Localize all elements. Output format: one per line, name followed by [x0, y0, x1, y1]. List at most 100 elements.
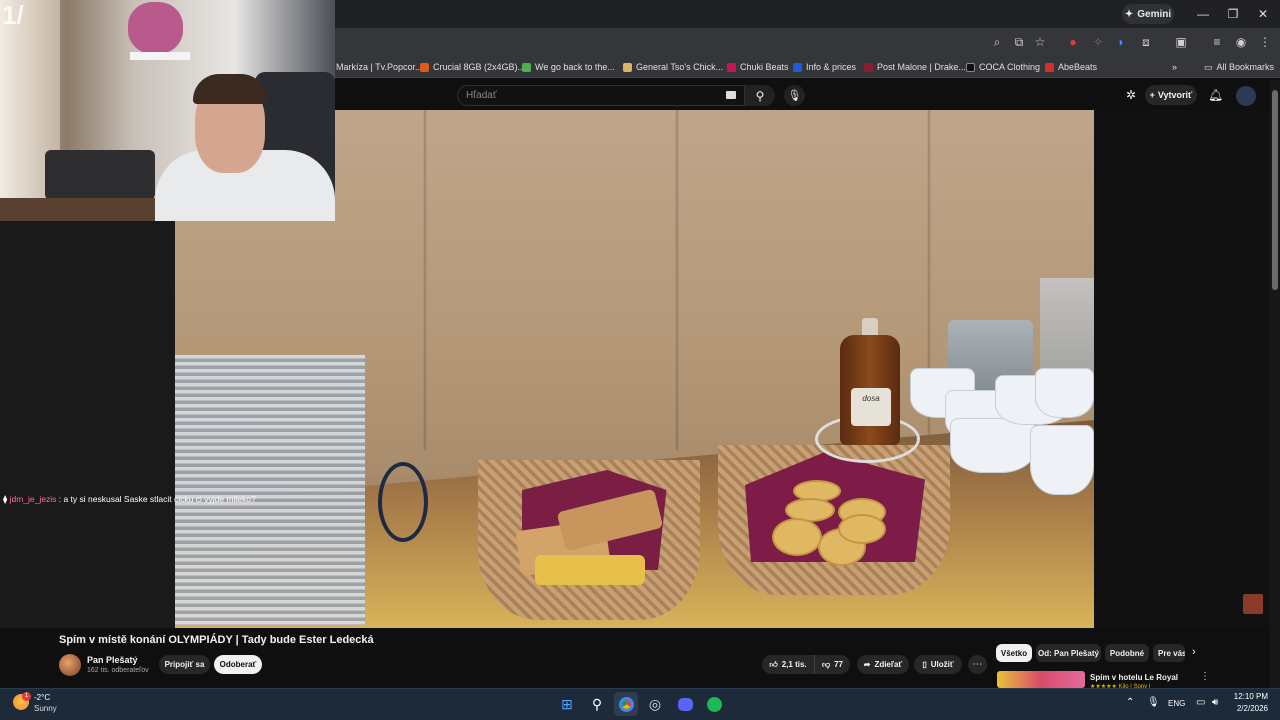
install-app-icon[interactable]: ⧉ — [1010, 33, 1028, 51]
webcam-plush-toy — [128, 2, 183, 54]
webcam-counter-text: 1/ — [2, 0, 24, 30]
chip-all[interactable]: Všetko — [996, 644, 1032, 662]
recommended-more-icon[interactable]: ⋮ — [1200, 671, 1210, 682]
zoom-icon[interactable]: ⌕ — [988, 33, 1006, 51]
save-playlist-icon: ▯ — [922, 660, 927, 669]
folder-icon: ▭ — [1204, 61, 1213, 72]
thumbs-down-icon: 👎︎ — [821, 659, 831, 669]
discord-taskbar-icon[interactable] — [673, 692, 697, 716]
bookmark-favicon — [522, 62, 531, 72]
video-bread — [535, 555, 645, 585]
search-button[interactable]: ⚲ — [745, 85, 775, 106]
microphone-icon: 🎙︎ — [787, 90, 802, 102]
video-title: Spím v místě konání OLYMPIÁDY | Tady bud… — [59, 634, 374, 646]
channel-name[interactable]: Pan Plešatý — [87, 655, 138, 665]
webcam-desk-items — [45, 150, 155, 200]
tray-microphone-icon[interactable]: 🎙︎ — [1147, 697, 1160, 708]
bookmarks-overflow-chevron-icon[interactable]: » — [1172, 58, 1177, 76]
gemini-button[interactable]: ✦ Gemini — [1122, 4, 1174, 24]
webcam-person-hair — [193, 74, 267, 104]
extension-gray-icon[interactable]: ✧ — [1089, 33, 1107, 51]
tray-volume-icon[interactable]: 🔊︎ — [1212, 697, 1218, 708]
share-button[interactable]: ➦ Zdieľať — [857, 655, 909, 674]
bookmark-item[interactable]: Info & prices — [793, 58, 856, 76]
dislike-button[interactable]: 👎︎ 77 — [814, 655, 850, 674]
close-icon[interactable]: ✕ — [1253, 4, 1273, 24]
bookmark-favicon — [966, 62, 975, 72]
chat-text: : a ty si neskusal Saske stlacit cicku c… — [58, 494, 256, 504]
account-avatar[interactable] — [1236, 86, 1256, 106]
minimize-icon[interactable]: — — [1193, 4, 1213, 24]
taskbar-search-icon[interactable]: ⚲ — [585, 692, 609, 716]
tray-overflow-chevron-icon[interactable]: ⌃ — [1126, 697, 1134, 708]
extension-red-icon[interactable]: ● — [1064, 33, 1082, 51]
taskbar-date[interactable]: 2/2/2026 — [1228, 704, 1268, 713]
create-button[interactable]: + Vytvoriť — [1145, 85, 1197, 105]
video-cup — [1035, 368, 1094, 418]
taskbar-clock[interactable]: 12:10 PM — [1232, 692, 1268, 701]
weather-temperature[interactable]: -2°C — [34, 693, 50, 702]
bookmark-favicon — [623, 62, 632, 72]
sidepanel-icon[interactable]: ▣ — [1172, 33, 1190, 51]
like-button[interactable]: 👍︎ 2,1 tis. — [762, 655, 814, 674]
bookmark-item[interactable]: Markíza | Tv.Popcor... — [336, 58, 423, 76]
create-clip-icon[interactable]: ✲ — [1126, 88, 1136, 102]
extensions-puzzle-icon[interactable]: ⧈ — [1137, 33, 1155, 51]
bookmark-item[interactable]: AbeBeats — [1045, 58, 1097, 76]
subscriber-count: 162 tis. odberateľov — [87, 667, 149, 674]
video-toaster — [175, 355, 365, 625]
bookmark-favicon — [420, 62, 429, 72]
input-language[interactable]: ENG — [1168, 699, 1185, 708]
tray-network-icon[interactable]: ▭ — [1196, 697, 1205, 708]
unsubscribe-button[interactable]: Odoberať — [214, 655, 262, 674]
chat-username: jdm_je_jezis — [9, 494, 57, 504]
recommended-video-thumbnail[interactable] — [997, 671, 1085, 688]
bookmark-item[interactable]: Crucial 8GB (2x4GB)... — [420, 58, 525, 76]
all-bookmarks-button[interactable]: ▭ All Bookmarks — [1204, 58, 1274, 76]
profile-avatar-icon[interactable]: ◉ — [1232, 33, 1250, 51]
chrome-taskbar-icon[interactable] — [614, 692, 638, 716]
restore-icon[interactable]: ❐ — [1223, 4, 1243, 24]
chip-for-you[interactable]: Pre vás — [1153, 644, 1185, 662]
chat-message: ⧫ jdm_je_jezis : a ty si neskusal Saske … — [3, 494, 256, 505]
bookmark-favicon — [727, 62, 736, 72]
bookmark-favicon — [864, 62, 873, 72]
keyboard-icon[interactable] — [726, 91, 736, 99]
menu-kebab-icon[interactable]: ⋮ — [1256, 33, 1274, 51]
recommended-video-title[interactable]: Spím v hotelu Le Royal — [1090, 673, 1178, 682]
gemini-label: Gemini — [1137, 8, 1172, 20]
windows-start-icon[interactable]: ⊞ — [555, 692, 579, 716]
bookmark-item[interactable]: General Tso's Chick... — [623, 58, 723, 76]
chat-badge-icon: ⧫ — [3, 494, 8, 504]
webcam-shelf — [130, 52, 190, 60]
bookmark-item[interactable]: We go back to the... — [522, 58, 615, 76]
bookmark-item[interactable]: COCA Clothing — [966, 58, 1040, 76]
bookmark-favicon — [1045, 62, 1054, 72]
share-icon: ➦ — [863, 660, 871, 669]
video-cup — [1030, 425, 1094, 495]
media-control-icon[interactable]: ≡ — [1208, 33, 1226, 51]
notifications-bell-icon[interactable]: 🔔︎ — [1208, 88, 1223, 102]
extension-blue-icon[interactable]: ◗ — [1112, 33, 1130, 51]
video-cookie — [838, 514, 886, 544]
bookmark-item[interactable]: Chuki Beats — [727, 58, 789, 76]
obs-taskbar-icon[interactable]: ◎ — [643, 692, 667, 716]
video-cookie — [772, 518, 822, 556]
spotify-taskbar-icon[interactable] — [702, 692, 726, 716]
bookmark-star-icon[interactable]: ☆ — [1031, 33, 1049, 51]
join-button[interactable]: Pripojiť sa — [159, 655, 210, 674]
channel-avatar[interactable] — [59, 654, 81, 676]
webcam-desk — [0, 198, 175, 221]
save-button[interactable]: ▯ Uložiť — [914, 655, 962, 674]
page-scrollbar-thumb[interactable] — [1272, 90, 1278, 290]
more-actions-button[interactable]: ⋯ — [968, 655, 987, 674]
sparkle-icon: ✦ — [1124, 8, 1134, 20]
chip-similar[interactable]: Podobné — [1105, 644, 1149, 662]
search-input[interactable]: Hľadať — [457, 85, 745, 106]
bookmark-item[interactable]: Post Malone | Drake... — [864, 58, 966, 76]
chip-from-channel[interactable]: Od: Pan Plešatý — [1036, 644, 1101, 662]
thumbs-up-icon: 👍︎ — [769, 659, 778, 669]
chips-next-chevron-icon[interactable]: › — [1192, 646, 1196, 658]
voice-search-button[interactable]: 🎙︎ — [784, 85, 805, 106]
weather-condition[interactable]: Sunny — [34, 704, 57, 713]
